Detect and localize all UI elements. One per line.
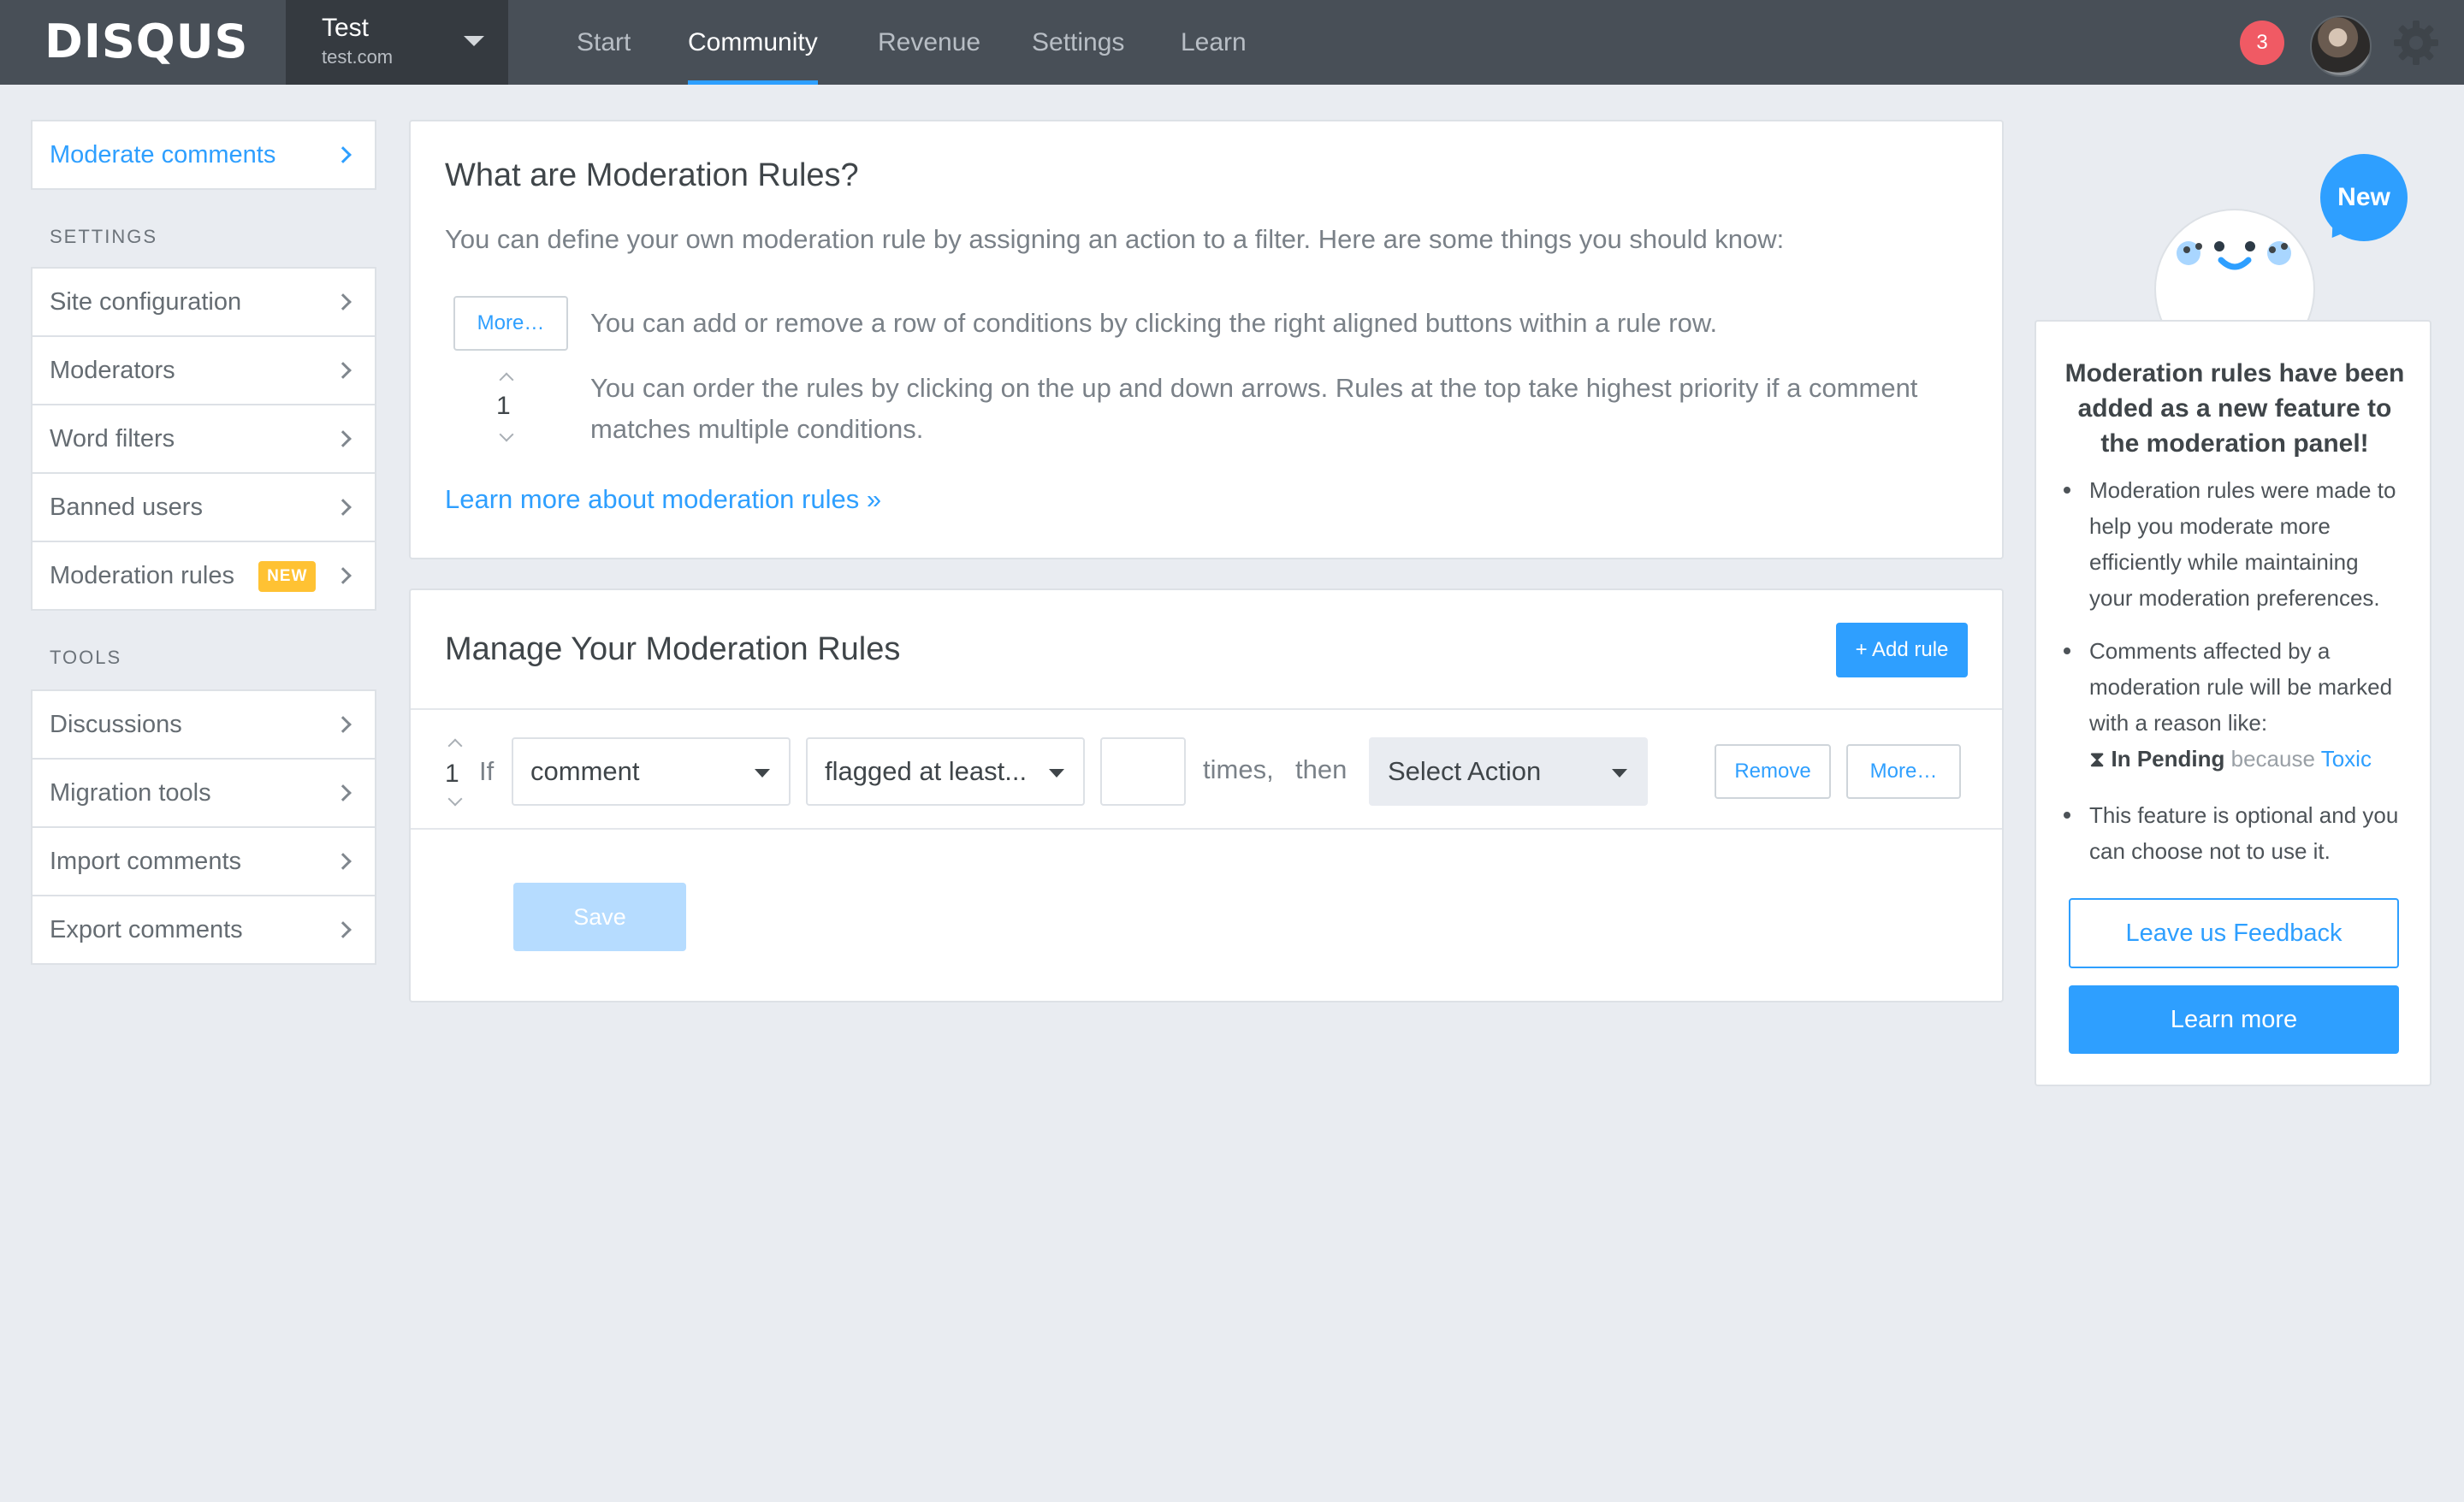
rule-condition-value: flagged at least... (825, 756, 1028, 786)
times-label: times, (1203, 754, 1274, 784)
intro-title: What are Moderation Rules? (445, 157, 859, 193)
rule-subject-value: comment (530, 756, 640, 786)
sidebar-item-label: Export comments (50, 916, 243, 943)
sidebar-item-moderate-comments[interactable]: Moderate comments (31, 120, 376, 190)
promo-bullet-2: Comments affected by a moderation rule w… (2064, 633, 2402, 777)
tab-settings[interactable]: Settings (1032, 0, 1124, 85)
chevron-right-icon (335, 430, 352, 447)
sidebar-item-word-filters[interactable]: Word filters (31, 404, 376, 474)
rule-condition-select[interactable]: flagged at least... (806, 737, 1085, 806)
chevron-right-icon (335, 362, 352, 379)
sidebar-item-site-configuration[interactable]: Site configuration (31, 267, 376, 337)
rule-action-value: Select Action (1388, 756, 1542, 786)
move-up-arrow-icon[interactable] (447, 738, 463, 754)
add-rule-button[interactable]: + Add rule (1836, 623, 1968, 677)
rule-more-button[interactable]: More… (1846, 744, 1961, 799)
if-label: If (479, 756, 495, 786)
new-feature-promo-panel: Moderation rules have been added as a ne… (2035, 320, 2431, 1086)
move-down-arrow-icon[interactable] (447, 791, 463, 807)
divider (411, 828, 2002, 830)
caret-down-icon (1612, 769, 1627, 778)
sidebar-item-moderators[interactable]: Moderators (31, 335, 376, 405)
gear-icon[interactable] (2392, 19, 2440, 67)
site-url: test.com (322, 46, 394, 68)
chevron-right-icon (335, 853, 352, 870)
example-more-button: More… (453, 296, 568, 351)
manage-title: Manage Your Moderation Rules (445, 631, 901, 667)
moderation-rules-intro-card: What are Moderation Rules? You can defin… (409, 120, 2004, 559)
notification-badge[interactable]: 3 (2240, 21, 2284, 65)
new-badge: NEW (258, 561, 317, 593)
site-name: Test (322, 14, 370, 42)
tip-order-line1: You can order the rules by clicking on t… (590, 373, 1918, 403)
caret-down-icon (464, 36, 484, 46)
chevron-right-icon (335, 293, 352, 310)
sidebar-item-label: Migration tools (50, 779, 211, 807)
sidebar-item-discussions[interactable]: Discussions (31, 689, 376, 760)
sidebar-item-label: Moderators (50, 357, 175, 384)
tab-learn[interactable]: Learn (1181, 0, 1247, 85)
disqus-logo[interactable]: DISQUS (44, 15, 248, 68)
hourglass-icon: ⧗ (2089, 746, 2106, 772)
then-label: then (1295, 754, 1348, 784)
chevron-right-icon (335, 146, 352, 163)
tip-order-line2: matches multiple conditions. (590, 414, 924, 444)
tools-heading: TOOLS (50, 647, 122, 668)
sidebar-item-import-comments[interactable]: Import comments (31, 826, 376, 896)
sidebar-item-banned-users[interactable]: Banned users (31, 472, 376, 542)
sidebar-item-moderation-rules[interactable]: Moderation rules NEW (31, 541, 376, 611)
tip-add-remove: You can add or remove a row of condition… (590, 308, 1718, 338)
remove-rule-button[interactable]: Remove (1715, 744, 1831, 799)
sidebar-item-label: Word filters (50, 425, 175, 452)
tab-start[interactable]: Start (577, 0, 631, 85)
intro-description: You can define your own moderation rule … (445, 224, 1785, 254)
divider (411, 708, 2002, 710)
chevron-right-icon (335, 921, 352, 938)
sidebar-item-label: Banned users (50, 494, 203, 521)
rule-count-input[interactable] (1100, 737, 1186, 806)
sidebar-item-label: Moderation rules (50, 562, 234, 589)
promo-title: Moderation rules have been added as a ne… (2064, 359, 2405, 458)
rule-order-number: 1 (445, 760, 459, 788)
save-button[interactable]: Save (513, 883, 686, 951)
chevron-right-icon (335, 499, 352, 516)
promo-bullet-1: Moderation rules were made to help you m… (2064, 472, 2402, 616)
sidebar-item-label: Import comments (50, 848, 241, 875)
sidebar-item-migration-tools[interactable]: Migration tools (31, 758, 376, 828)
top-navigation-bar: DISQUS Test test.com Start Community Rev… (0, 0, 2464, 85)
arrow-down-icon (499, 427, 514, 442)
promo-bullet-3: This feature is optional and you can cho… (2064, 797, 2402, 869)
tab-community[interactable]: Community (688, 0, 818, 85)
sidebar-item-label: Discussions (50, 711, 182, 738)
promo-bullet-2-text: Comments affected by a moderation rule w… (2089, 638, 2393, 736)
rule-action-select[interactable]: Select Action (1369, 737, 1648, 806)
user-avatar[interactable] (2310, 15, 2372, 77)
example-order-number: 1 (496, 392, 511, 420)
tab-revenue[interactable]: Revenue (878, 0, 980, 85)
because-text: because (2230, 746, 2315, 772)
chevron-right-icon (335, 567, 352, 584)
caret-down-icon (1049, 769, 1064, 778)
sidebar-item-export-comments[interactable]: Export comments (31, 895, 376, 965)
caret-down-icon (755, 769, 770, 778)
rule-subject-select[interactable]: comment (512, 737, 791, 806)
leave-feedback-button[interactable]: Leave us Feedback (2069, 898, 2399, 968)
arrow-up-icon (499, 372, 514, 387)
learn-more-rules-link[interactable]: Learn more about moderation rules » (445, 484, 881, 515)
chevron-right-icon (335, 784, 352, 801)
settings-heading: SETTINGS (50, 226, 158, 247)
new-bubble-badge: New (2320, 154, 2408, 241)
chevron-right-icon (335, 716, 352, 733)
sidebar-item-label: Site configuration (50, 288, 242, 316)
manage-rules-card: Manage Your Moderation Rules + Add rule … (409, 588, 2004, 1002)
reason-toxic: Toxic (2320, 746, 2372, 772)
sidebar-item-label: Moderate comments (50, 141, 276, 169)
promo-learn-more-button[interactable]: Learn more (2069, 985, 2399, 1054)
pending-status: In Pending (2111, 746, 2225, 772)
site-switcher[interactable]: Test test.com (286, 0, 508, 85)
